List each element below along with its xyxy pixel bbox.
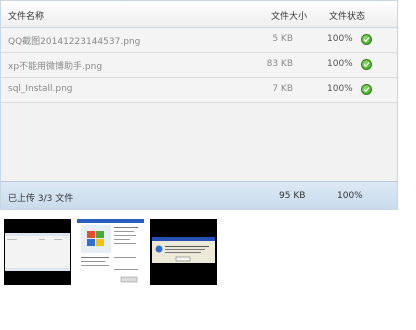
file-progress: 100% [327,84,353,94]
thumbnail-image[interactable] [77,219,144,285]
file-list: QQ截图20141223144537.png 5 KB 100% xp不能用微博… [1,28,397,103]
file-name: xp不能用微博助手.png [8,62,103,72]
thumbnail-image[interactable] [150,219,217,285]
column-header-size: 文件大小 [271,12,308,22]
file-progress: 100% [327,34,353,44]
file-list-header: 文件名称 文件大小 文件状态 [1,1,397,28]
upload-total-percent: 100% [337,191,363,201]
dialog-thumbnail [77,219,144,285]
check-icon [361,59,372,70]
column-header-name: 文件名称 [8,12,45,22]
file-row[interactable]: QQ截图20141223144537.png 5 KB 100% [1,28,397,53]
file-size: 83 KB [266,59,293,69]
file-upload-panel: 文件名称 文件大小 文件状态 QQ截图20141223144537.png 5 … [0,0,398,210]
column-header-status: 文件状态 [329,12,366,22]
dialog-thumbnail [150,219,217,285]
check-icon [361,34,372,45]
upload-total-size: 95 KB [279,191,306,201]
screenshot-thumbnail [4,219,71,285]
upload-summary-bar: 已上传 3/3 文件 95 KB 100% [1,181,397,209]
file-row[interactable]: sql_Install.png 7 KB 100% [1,78,397,103]
file-progress: 100% [327,59,353,69]
upload-summary-text: 已上传 3/3 文件 [8,194,74,204]
file-size: 7 KB [272,84,293,94]
check-icon [361,84,372,95]
thumbnail-image[interactable] [4,219,71,285]
file-size: 5 KB [272,34,293,44]
file-name: sql_Install.png [8,84,73,94]
file-name: QQ截图20141223144537.png [8,37,141,47]
file-row[interactable]: xp不能用微博助手.png 83 KB 100% [1,53,397,78]
